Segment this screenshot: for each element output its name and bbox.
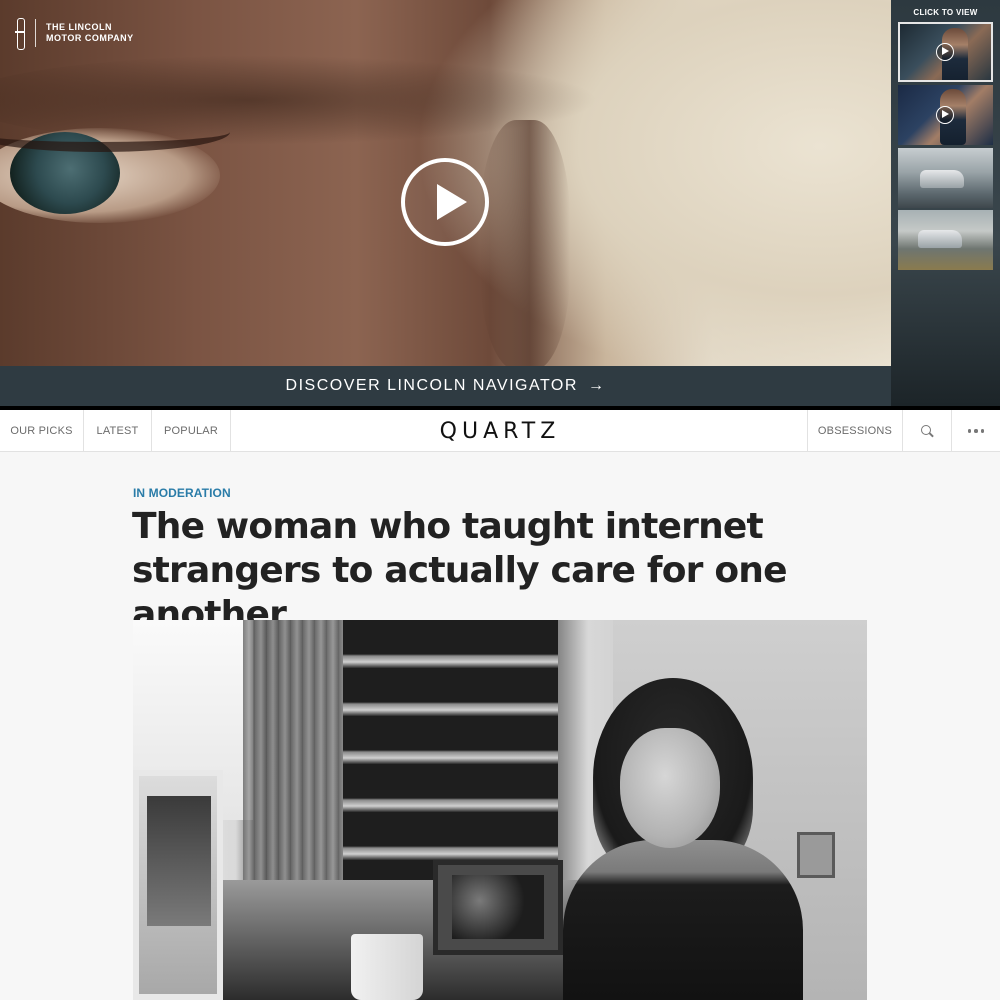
arrow-right-icon: →	[587, 377, 606, 394]
photo-monitor	[133, 770, 223, 1000]
nav-obsessions[interactable]: OBSESSIONS	[807, 410, 902, 452]
cta-label: DISCOVER LINCOLN NAVIGATOR	[285, 377, 578, 394]
lincoln-star-icon	[15, 18, 25, 50]
photo-laptop-screen	[452, 875, 544, 939]
site-nav: OUR PICKS LATEST POPULAR QUARTZ OBSESSIO…	[0, 410, 1000, 452]
quartz-logo[interactable]: QUARTZ	[420, 410, 580, 452]
play-icon	[936, 106, 954, 124]
more-button[interactable]	[951, 410, 1000, 452]
ad-banner[interactable]: THE LINCOLN MOTOR COMPANY DISCOVER LINCO…	[0, 0, 1000, 406]
photo-mug	[351, 934, 423, 1000]
article-headline: The woman who taught internet strangers …	[132, 506, 788, 635]
brand-line-1: THE LINCOLN	[46, 22, 112, 32]
ad-thumbnail-rail: CLICK TO VIEW	[891, 0, 1000, 406]
photo-woman-body	[563, 840, 803, 1000]
ad-video[interactable]: THE LINCOLN MOTOR COMPANY	[0, 0, 891, 366]
photo-shelf	[343, 620, 558, 880]
brand-line-2: MOTOR COMPANY	[46, 33, 134, 43]
photo-woman-face	[620, 728, 720, 848]
logo-divider	[35, 19, 36, 47]
nav-latest[interactable]: LATEST	[84, 410, 152, 452]
click-to-view-label: CLICK TO VIEW	[913, 8, 978, 17]
thumbnail-video-1[interactable]	[898, 22, 993, 82]
ad-video-nose	[480, 120, 570, 366]
thumbnail-video-2[interactable]	[898, 85, 993, 145]
play-icon[interactable]	[401, 158, 489, 246]
photo-picture-frame	[797, 832, 835, 878]
discover-cta-button[interactable]: DISCOVER LINCOLN NAVIGATOR →	[0, 366, 891, 406]
play-icon	[936, 43, 954, 61]
nav-popular[interactable]: POPULAR	[152, 410, 231, 452]
suv-image	[920, 170, 964, 188]
photo-laptop	[433, 860, 563, 955]
search-icon	[921, 425, 933, 437]
search-button[interactable]	[902, 410, 951, 452]
suv-image	[918, 230, 962, 248]
more-dots-icon	[967, 429, 985, 433]
article-hero-photo	[133, 620, 867, 1000]
article-kicker[interactable]: IN MODERATION	[133, 486, 231, 500]
lincoln-logo[interactable]: THE LINCOLN MOTOR COMPANY	[15, 18, 146, 50]
nav-our-picks[interactable]: OUR PICKS	[0, 410, 84, 452]
photo-monitor-screen	[147, 796, 211, 926]
thumbnail-image-2[interactable]	[898, 210, 993, 270]
thumbnail-image-1[interactable]	[898, 148, 993, 208]
lincoln-brand-text: THE LINCOLN MOTOR COMPANY	[46, 22, 146, 44]
